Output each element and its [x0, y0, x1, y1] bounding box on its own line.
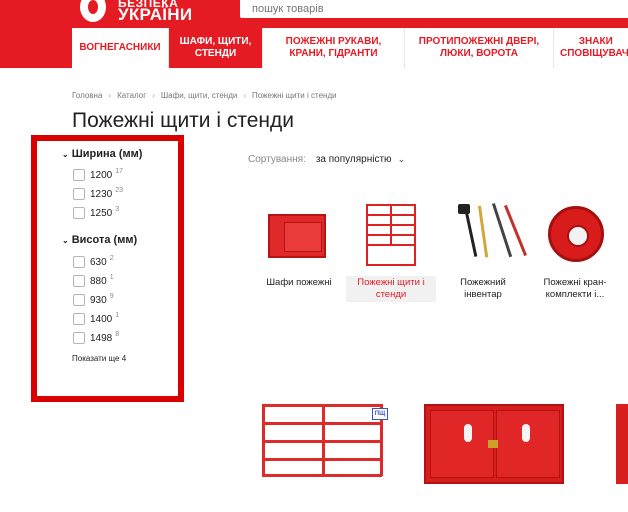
sort-control[interactable]: Сортування: за популярністю ⌄ — [248, 154, 405, 165]
nav-item-extinguishers[interactable]: ВОГНЕГАСНИКИ — [72, 28, 169, 68]
filter-option-label: 880 — [90, 275, 107, 287]
filter-option[interactable]: 1250 3 — [73, 206, 119, 220]
show-more-link[interactable]: Показати ще 4 — [72, 354, 126, 363]
category-label: Пожежні кран-комплекти і... — [543, 277, 607, 300]
filter-height-title: Висота (мм) — [71, 234, 138, 246]
filter-option-count: 1 — [115, 311, 120, 319]
filter-option-label: 930 — [90, 294, 107, 306]
filter-option-label: 1250 — [90, 207, 113, 219]
category-tile-stands[interactable]: Пожежні щити і стенди — [346, 200, 436, 302]
fire-cabinet-icon — [264, 200, 334, 270]
search-input[interactable] — [252, 2, 612, 16]
checkbox[interactable] — [73, 188, 85, 200]
filter-width-heading[interactable]: ⌄ Ширина (мм) — [62, 148, 142, 160]
nav-item-hoses[interactable]: ПОЖЕЖНІ РУКАВИ, КРАНИ, ГІДРАНТИ — [263, 28, 405, 68]
filter-option[interactable]: 630 2 — [73, 255, 114, 269]
chevron-right-icon: › — [243, 91, 246, 100]
chevron-down-icon: ⌄ — [62, 149, 69, 159]
nav-item-signs[interactable]: ЗНАКИ СПОВІЩУВАЧІ — [554, 28, 628, 68]
chevron-right-icon: › — [152, 91, 155, 100]
filter-option-label: 1230 — [90, 188, 113, 200]
filter-option-count: 3 — [115, 205, 120, 213]
filter-height-heading[interactable]: ⌄ Висота (мм) — [62, 234, 137, 246]
filter-option-count: 8 — [115, 330, 120, 338]
checkbox[interactable] — [73, 332, 85, 344]
category-label: Пожежний інвентар — [460, 277, 506, 300]
product-image-stand[interactable]: ПЩ — [262, 404, 390, 478]
flame-logo-icon — [80, 0, 106, 22]
filter-option-label: 1200 — [90, 169, 113, 181]
category-tile-hose-reels[interactable]: Пожежні кран-комплекти і... — [530, 200, 620, 302]
filter-option-count: 1 — [109, 273, 114, 281]
sort-label: Сортування: — [248, 154, 306, 165]
checkbox[interactable] — [73, 275, 85, 287]
filter-option[interactable]: 880 1 — [73, 274, 114, 288]
chevron-down-icon: ⌄ — [62, 235, 69, 245]
filter-option-label: 630 — [90, 256, 107, 268]
product-image-partial[interactable] — [616, 404, 628, 484]
filter-option-count: 2 — [109, 254, 114, 262]
filter-option[interactable]: 930 9 — [73, 293, 114, 307]
filter-width-title: Ширина (мм) — [71, 148, 143, 160]
breadcrumb-current: Пожежні щити і стенди — [252, 91, 337, 100]
breadcrumb: Головна › Каталог › Шафи, щити, стенди ›… — [72, 91, 337, 100]
filter-option-label: 1400 — [90, 313, 113, 325]
fire-stand-icon — [356, 200, 426, 270]
nav-item-fire-doors[interactable]: ПРОТИПОЖЕЖНІ ДВЕРІ, ЛЮКИ, ВОРОТА — [405, 28, 554, 68]
filter-option-count: 17 — [115, 167, 124, 175]
checkbox[interactable] — [73, 169, 85, 181]
category-tile-cabinets[interactable]: Шафи пожежні — [254, 200, 344, 290]
nav-item-cabinets[interactable]: ШАФИ, ЩИТИ, СТЕНДИ — [169, 28, 263, 68]
filter-option-count: 9 — [109, 292, 114, 300]
chevron-right-icon: › — [108, 91, 112, 100]
filter-option[interactable]: 1498 8 — [73, 331, 119, 345]
lock-icon — [488, 440, 498, 448]
site-header: БЕЗПЕКА УКРАЇНИ ВОГНЕГАСНИКИ ШАФИ, ЩИТИ,… — [0, 0, 628, 68]
sort-value[interactable]: за популярністю — [316, 154, 392, 165]
filter-option[interactable]: 1200 17 — [73, 168, 123, 182]
chevron-down-icon: ⌄ — [397, 154, 406, 164]
filter-option[interactable]: 1400 1 — [73, 312, 119, 326]
breadcrumb-catalog[interactable]: Каталог — [117, 91, 146, 100]
filter-option-count: 23 — [115, 186, 124, 194]
checkbox[interactable] — [73, 294, 85, 306]
category-label: Шафи пожежні — [266, 277, 332, 288]
product-badge: ПЩ — [372, 408, 388, 420]
logo[interactable]: БЕЗПЕКА УКРАЇНИ — [78, 0, 198, 26]
search-bar — [240, 0, 628, 18]
hose-reel-icon — [540, 200, 610, 270]
fire-tools-icon — [448, 200, 528, 270]
page-title: Пожежні щити і стенди — [72, 109, 295, 132]
breadcrumb-cabinets[interactable]: Шафи, щити, стенди — [161, 91, 237, 100]
checkbox[interactable] — [73, 256, 85, 268]
category-label: Пожежні щити і стенди — [346, 276, 436, 302]
main-nav: ВОГНЕГАСНИКИ ШАФИ, ЩИТИ, СТЕНДИ ПОЖЕЖНІ … — [72, 28, 628, 68]
filter-option-label: 1498 — [90, 332, 113, 344]
filter-option[interactable]: 1230 23 — [73, 187, 123, 201]
logo-line2: УКРАЇНИ — [118, 5, 193, 24]
breadcrumb-home[interactable]: Головна — [72, 91, 102, 100]
checkbox[interactable] — [73, 207, 85, 219]
category-tile-tools[interactable]: Пожежний інвентар — [438, 200, 528, 302]
product-image-cabinet[interactable] — [424, 404, 564, 484]
checkbox[interactable] — [73, 313, 85, 325]
